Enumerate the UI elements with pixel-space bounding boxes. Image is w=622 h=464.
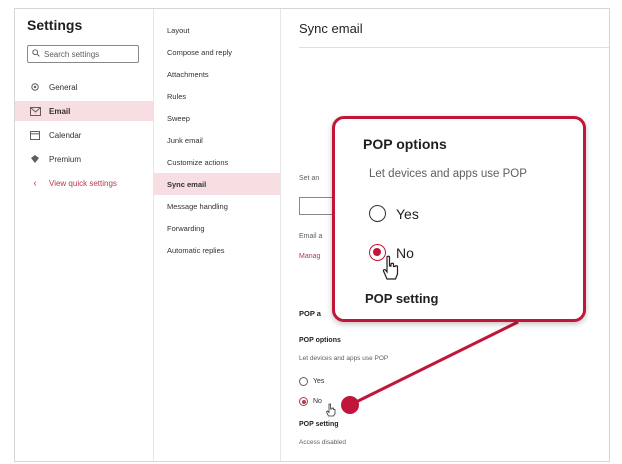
pop-options-label: POP options (299, 337, 341, 344)
email-settings-list: Layout Compose and reply Attachments Rul… (153, 9, 281, 461)
pop-setting-value: Access disabled (299, 439, 346, 446)
zoom-callout: POP options Let devices and apps use POP… (332, 116, 586, 322)
mid-item-message-handling[interactable]: Message handling (153, 195, 280, 217)
callout-pop-setting-label: POP setting (365, 291, 439, 306)
nav-item-email[interactable]: Email (15, 101, 153, 121)
radio-label: Yes (396, 205, 419, 222)
nav-item-calendar[interactable]: Calendar (15, 125, 153, 145)
hand-cursor-icon (326, 403, 336, 417)
radio-circle (299, 377, 308, 386)
gear-icon (29, 81, 41, 93)
diamond-icon (29, 153, 41, 165)
settings-title: Settings (27, 17, 83, 33)
radio-label: No (313, 398, 322, 405)
nav-item-general[interactable]: General (15, 77, 153, 97)
mid-item-sync-email[interactable]: Sync email (153, 173, 280, 195)
mid-item-junk-email[interactable]: Junk email (153, 129, 280, 151)
settings-left-pane: Settings Search settings General Email C… (15, 9, 154, 461)
radio-circle-selected (299, 397, 308, 406)
calendar-icon (29, 129, 41, 141)
mid-item-rules[interactable]: Rules (153, 85, 280, 107)
search-settings-input[interactable]: Search settings (27, 45, 139, 63)
settings-category-list: General Email Calendar Premium ‹ View qu… (15, 77, 153, 197)
mid-item-layout[interactable]: Layout (153, 19, 280, 41)
pop-setting-label: POP setting (299, 421, 339, 428)
nav-item-label: Premium (49, 154, 82, 164)
pop-options-description: Let devices and apps use POP (299, 355, 389, 362)
search-placeholder: Search settings (44, 49, 100, 59)
nav-item-label: Calendar (49, 130, 82, 140)
divider (299, 47, 609, 48)
callout-title: POP options (363, 136, 447, 152)
email-label-partial: Email a (299, 233, 323, 240)
mid-item-compose-and-reply[interactable]: Compose and reply (153, 41, 280, 63)
nav-item-label: View quick settings (49, 178, 117, 188)
radio-circle (369, 205, 386, 222)
callout-description: Let devices and apps use POP (369, 168, 527, 180)
set-label-partial: Set an (299, 175, 320, 182)
page-title: Sync email (299, 21, 363, 36)
mid-item-forwarding[interactable]: Forwarding (153, 217, 280, 239)
mid-item-customize-actions[interactable]: Customize actions (153, 151, 280, 173)
mid-item-automatic-replies[interactable]: Automatic replies (153, 239, 280, 261)
search-icon (32, 49, 40, 59)
mail-icon (29, 105, 41, 117)
nav-item-premium[interactable]: Premium (15, 149, 153, 169)
mid-item-attachments[interactable]: Attachments (153, 63, 280, 85)
hand-cursor-icon (382, 255, 399, 280)
view-quick-settings-link[interactable]: ‹ View quick settings (15, 173, 153, 193)
nav-item-label: General (49, 82, 78, 92)
manage-link-partial[interactable]: Manag (299, 253, 320, 260)
callout-yes-radio[interactable]: Yes (369, 205, 419, 222)
pop-section-title: POP a (299, 309, 321, 318)
chevron-left-icon: ‹ (33, 177, 37, 189)
pop-no-radio[interactable]: No (299, 397, 322, 406)
radio-label: Yes (313, 378, 325, 385)
nav-item-label: Email (49, 106, 71, 116)
mid-item-sweep[interactable]: Sweep (153, 107, 280, 129)
pop-yes-radio[interactable]: Yes (299, 377, 324, 386)
